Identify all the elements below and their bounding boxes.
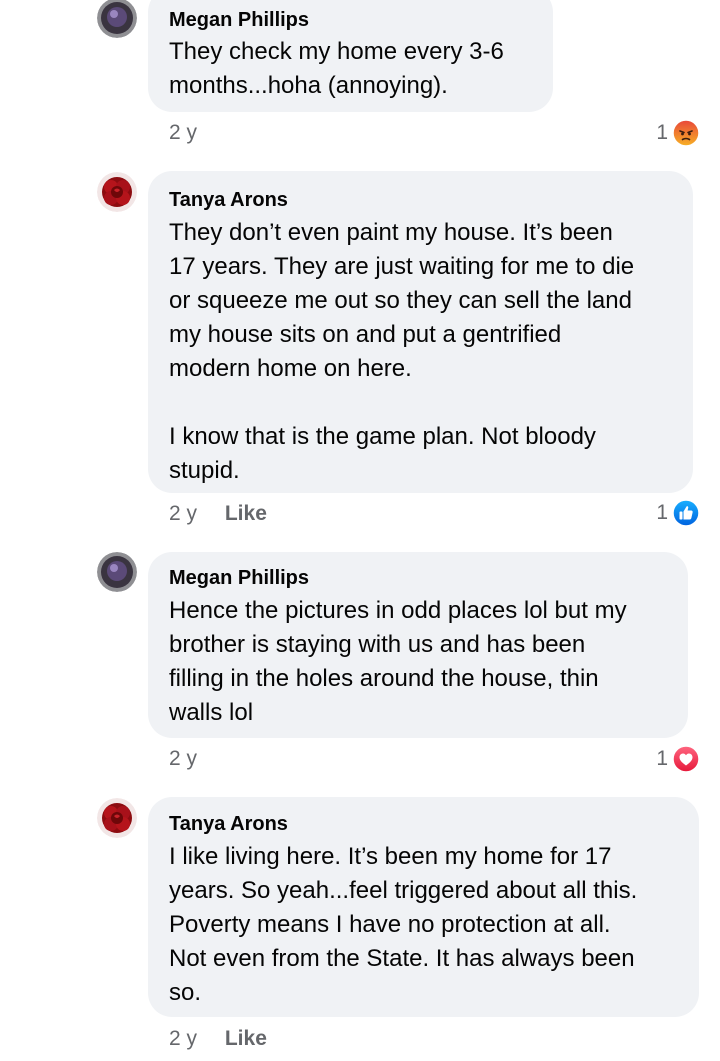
comment-timestamp[interactable]: 2 y	[169, 502, 197, 526]
love-reaction-icon	[672, 745, 700, 773]
comment-bubble: Tanya Arons They don’t even paint my hou…	[148, 171, 693, 493]
like-button[interactable]: Like	[225, 502, 267, 526]
avatar[interactable]	[97, 172, 137, 212]
comment-author[interactable]: Tanya Arons	[169, 813, 679, 835]
angry-reaction-icon	[672, 119, 700, 147]
reaction-count: 1	[656, 121, 668, 144]
comment-actions: 2 y Like	[169, 1027, 267, 1051]
comment-actions: 2 y	[169, 747, 197, 771]
comment-text: They check my home every 3-6 months...ho…	[169, 38, 504, 99]
avatar[interactable]	[97, 798, 137, 838]
like-button[interactable]: Like	[225, 1027, 267, 1051]
reaction-summary[interactable]: 1	[656, 744, 700, 774]
comment-actions: 2 y Like	[169, 502, 267, 526]
comment-text: Hence the pictures in odd places lol but…	[169, 597, 627, 726]
comment-timestamp[interactable]: 2 y	[169, 747, 197, 771]
comment-text: They don’t even paint my house. It’s bee…	[169, 219, 635, 484]
comment-bubble: Megan Phillips They check my home every …	[148, 0, 553, 112]
comment-author[interactable]: Megan Phillips	[169, 567, 668, 589]
like-reaction-icon	[672, 499, 700, 527]
comment-timestamp[interactable]: 2 y	[169, 121, 197, 145]
comment-author[interactable]: Megan Phillips	[169, 9, 533, 31]
comment-bubble: Megan Phillips Hence the pictures in odd…	[148, 552, 688, 738]
comment-bubble: Tanya Arons I like living here. It’s bee…	[148, 797, 699, 1017]
reaction-count: 1	[656, 747, 668, 770]
comment-text: I like living here. It’s been my home fo…	[169, 843, 638, 1006]
reaction-count: 1	[656, 501, 668, 524]
reaction-summary[interactable]: 1	[656, 118, 700, 148]
avatar[interactable]	[97, 552, 137, 592]
comment-author[interactable]: Tanya Arons	[169, 189, 673, 211]
avatar[interactable]	[97, 0, 137, 38]
comment-actions: 2 y	[169, 121, 197, 145]
reaction-summary[interactable]: 1	[656, 498, 700, 528]
comment-timestamp[interactable]: 2 y	[169, 1027, 197, 1051]
